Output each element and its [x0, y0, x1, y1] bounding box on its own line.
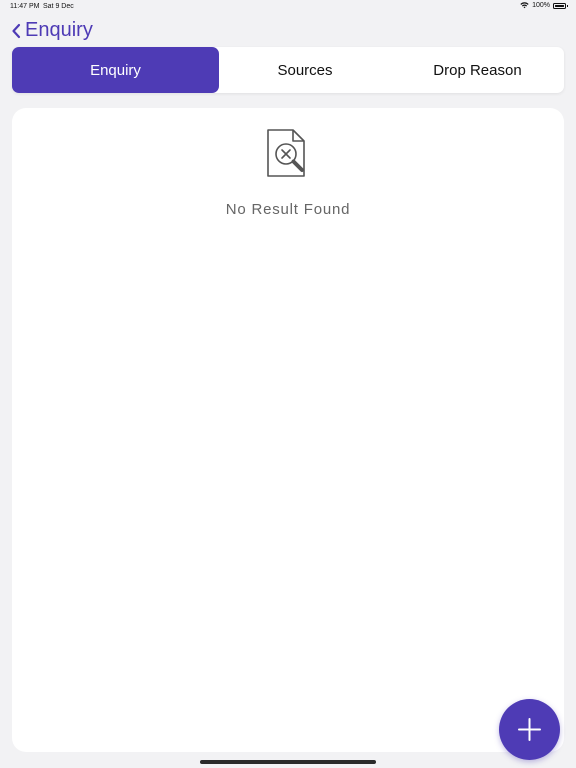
wifi-icon: [520, 2, 529, 9]
tab-enquiry[interactable]: Enquiry: [12, 47, 219, 93]
add-button[interactable]: [499, 699, 560, 760]
back-button[interactable]: Enquiry: [10, 19, 93, 42]
document-search-x-icon: [267, 129, 305, 177]
status-date: Sat 9 Dec: [43, 3, 74, 10]
battery-percentage: 100%: [532, 2, 550, 9]
tab-sources[interactable]: Sources: [219, 47, 391, 93]
page-title: Enquiry: [25, 19, 93, 41]
tab-drop-reason[interactable]: Drop Reason: [391, 47, 564, 93]
status-time: 11:47 PM: [10, 3, 40, 10]
status-bar: 11:47 PM Sat 9 Dec 100%: [0, 0, 576, 14]
empty-state-text: No Result Found: [225, 201, 351, 218]
battery-icon: [553, 2, 568, 9]
content-card: No Result Found: [12, 108, 564, 752]
status-right: 100%: [520, 2, 568, 9]
plus-icon: [518, 718, 541, 741]
home-indicator[interactable]: [200, 760, 376, 764]
chevron-left-icon: [12, 23, 21, 38]
segmented-tabs: Enquiry Sources Drop Reason: [12, 47, 564, 93]
